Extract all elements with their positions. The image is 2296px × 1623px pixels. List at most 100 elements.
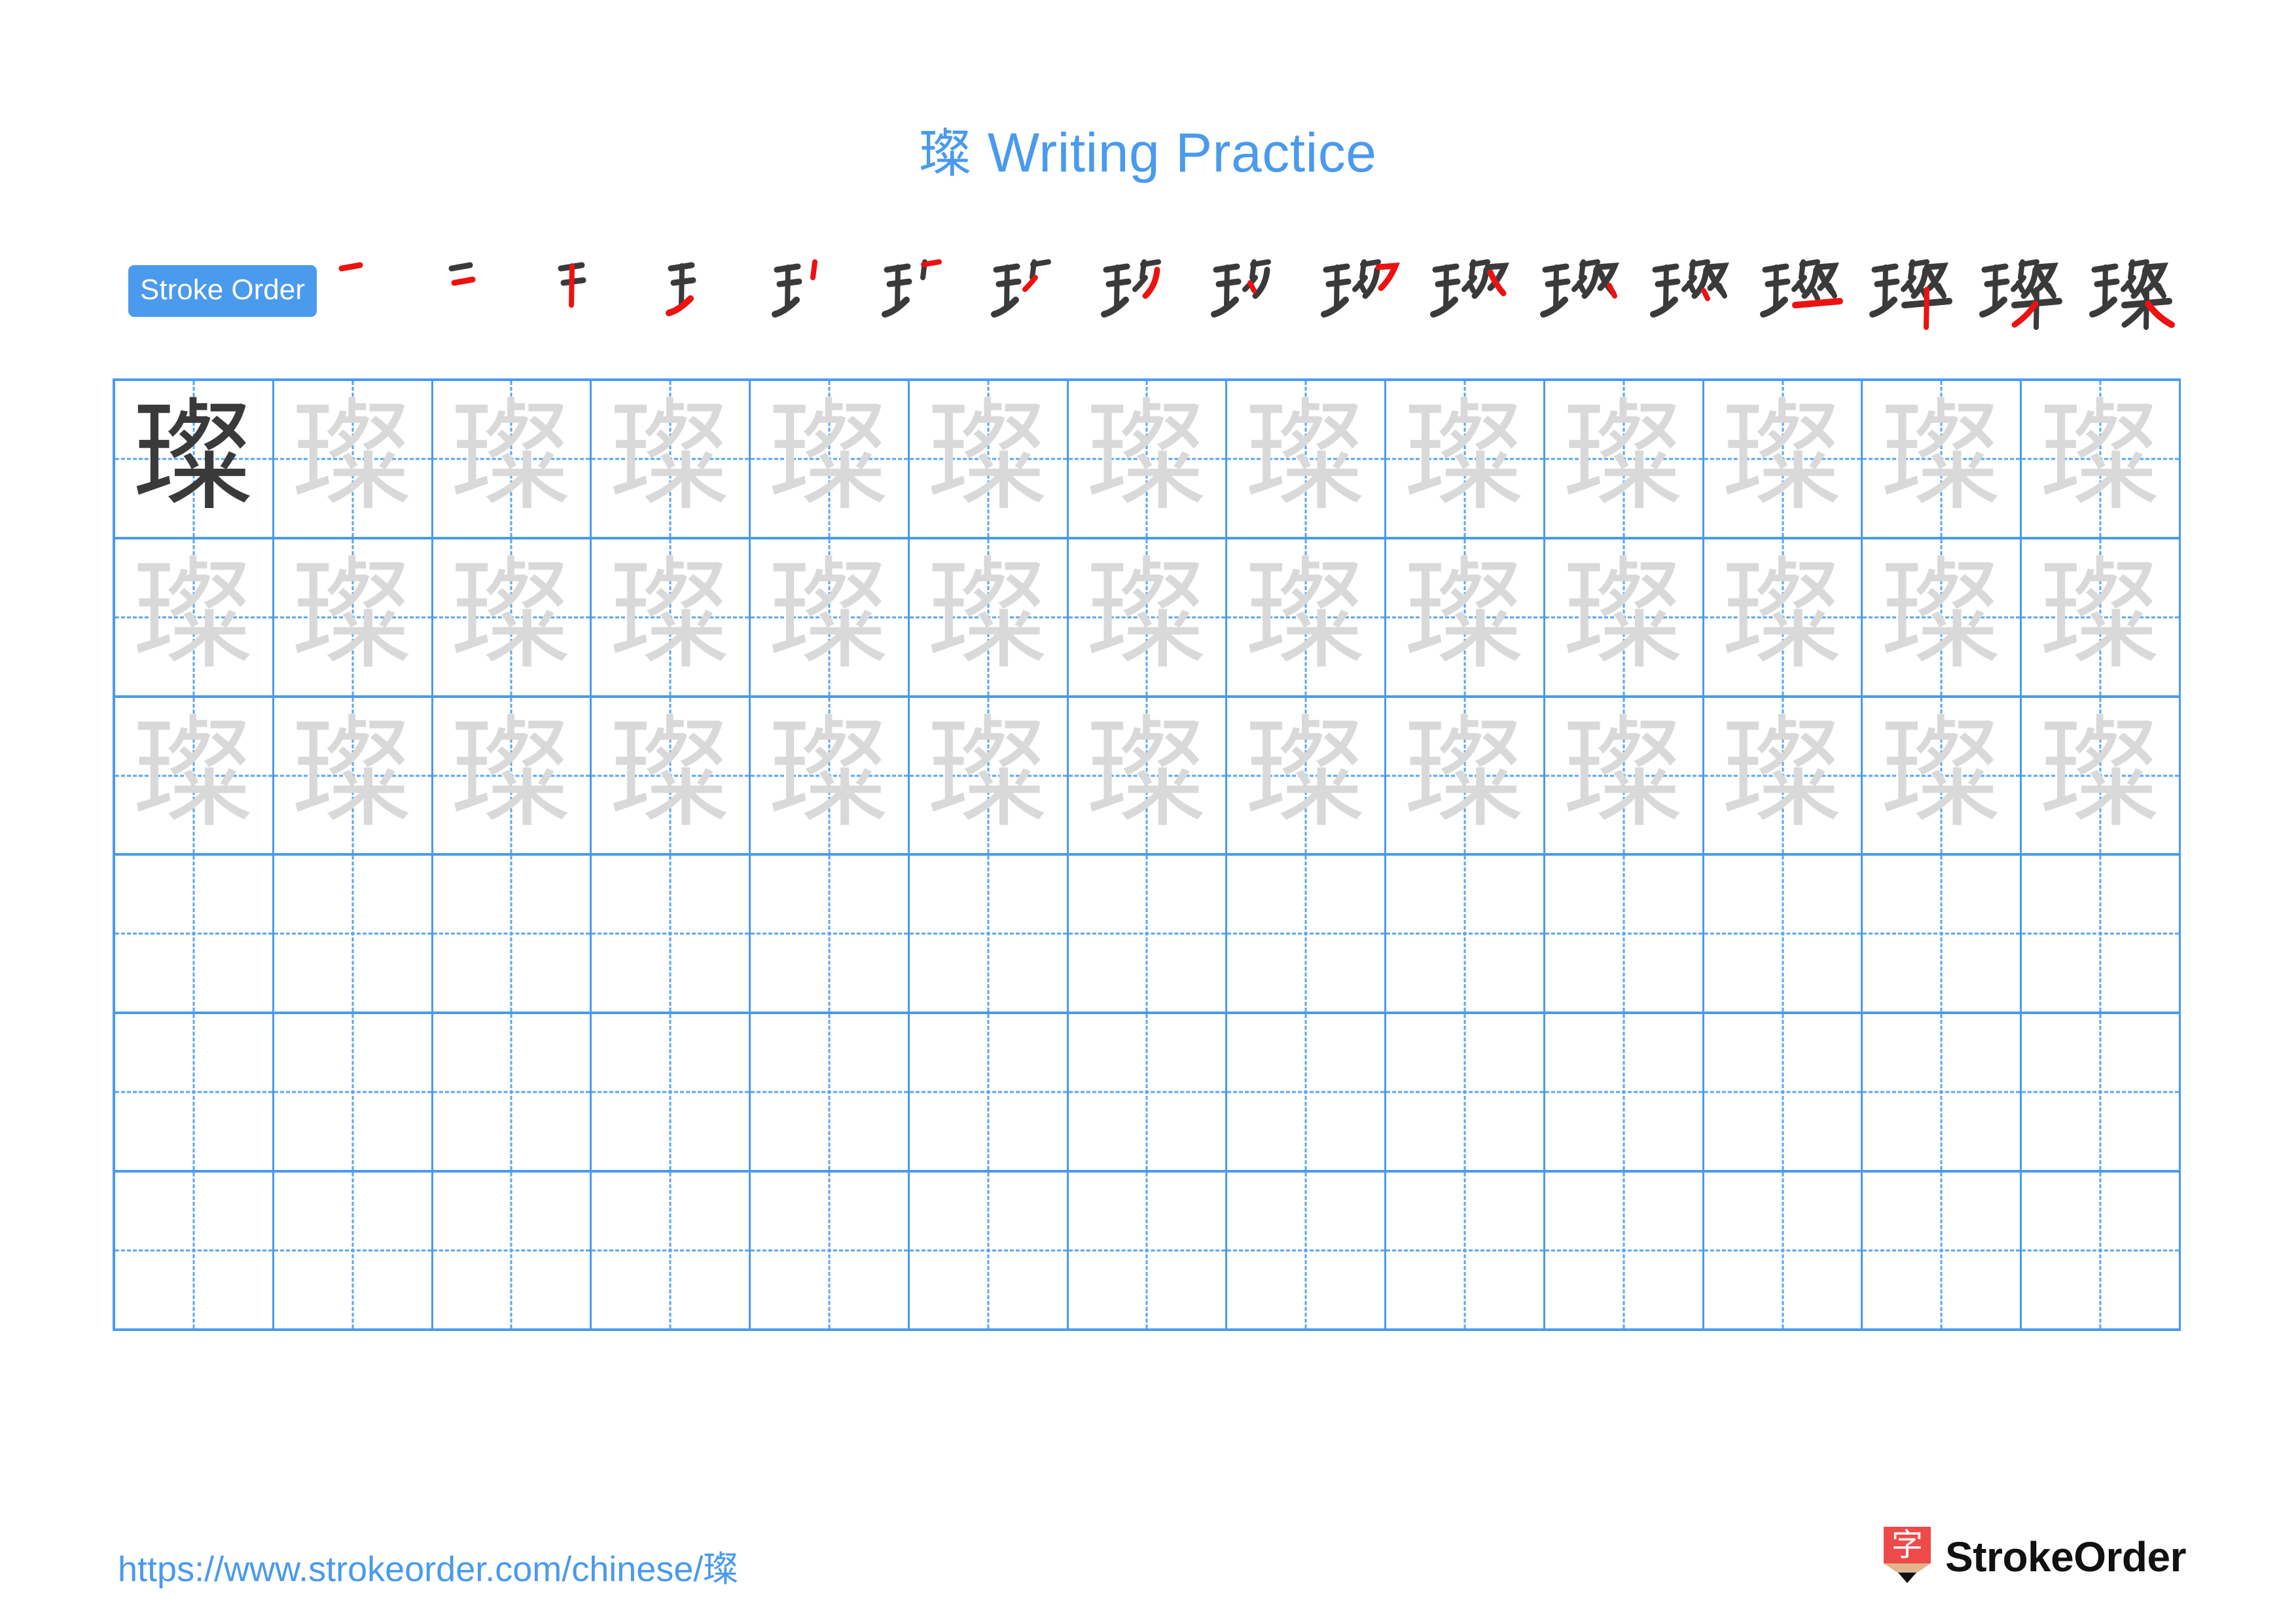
stroke-step-12	[1537, 250, 1634, 331]
practice-cell[interactable]	[592, 1173, 751, 1328]
practice-cell[interactable]	[1386, 856, 1545, 1012]
guide-horizontal	[1068, 932, 1226, 935]
trace-character: 璨	[2039, 544, 2161, 686]
practice-cell[interactable]	[751, 856, 910, 1012]
practice-cell[interactable]: 璨	[1863, 381, 2022, 537]
guide-horizontal	[592, 1091, 749, 1093]
practice-cell[interactable]: 璨	[1545, 381, 1704, 537]
practice-cell[interactable]	[2022, 856, 2181, 1012]
practice-cell[interactable]: 璨	[274, 539, 433, 695]
practice-cell[interactable]: 璨	[1704, 381, 1863, 537]
guide-horizontal	[1545, 1091, 1702, 1093]
practice-cell[interactable]: 璨	[592, 539, 751, 695]
practice-cell[interactable]: 璨	[751, 381, 910, 537]
practice-cell[interactable]: 璨	[274, 381, 433, 537]
practice-cell[interactable]	[1068, 1014, 1228, 1171]
practice-cell[interactable]	[1545, 1014, 1704, 1171]
practice-cell[interactable]	[1545, 1173, 1704, 1328]
practice-cell[interactable]	[1227, 856, 1387, 1012]
stroke-step-5	[769, 250, 866, 331]
practice-cell[interactable]	[115, 856, 274, 1012]
practice-cell[interactable]	[909, 856, 1069, 1012]
practice-cell[interactable]: 璨	[2022, 539, 2181, 695]
guide-horizontal	[274, 1249, 431, 1252]
practice-cell[interactable]	[909, 1173, 1069, 1328]
practice-cell[interactable]	[433, 856, 592, 1012]
practice-cell[interactable]: 璨	[1704, 539, 1863, 695]
practice-cell[interactable]	[274, 1173, 433, 1328]
practice-cell[interactable]	[1704, 856, 1863, 1012]
practice-cell[interactable]: 璨	[592, 381, 751, 537]
practice-cell[interactable]	[592, 856, 751, 1012]
practice-cell[interactable]: 璨	[274, 697, 433, 854]
practice-cell[interactable]	[1545, 856, 1704, 1012]
practice-cell[interactable]: 璨	[1863, 539, 2022, 695]
practice-cell[interactable]	[2022, 1173, 2181, 1328]
guide-horizontal	[1068, 1091, 1226, 1093]
guide-horizontal	[909, 932, 1067, 935]
practice-cell[interactable]	[1704, 1173, 1863, 1328]
practice-cell[interactable]: 璨	[433, 697, 592, 854]
practice-cell[interactable]: 璨	[2022, 697, 2181, 854]
practice-cell[interactable]	[1386, 1173, 1545, 1328]
practice-cell[interactable]: 璨	[115, 697, 274, 854]
practice-cell[interactable]: 璨	[751, 539, 910, 695]
practice-cell[interactable]	[1227, 1014, 1387, 1171]
practice-cell[interactable]	[751, 1173, 910, 1328]
trace-character: 璨	[1086, 702, 1208, 845]
practice-cell[interactable]: 璨	[1386, 539, 1545, 695]
practice-cell[interactable]: 璨	[1386, 381, 1545, 537]
practice-cell[interactable]	[1068, 856, 1228, 1012]
practice-cell[interactable]: 璨	[433, 381, 592, 537]
practice-cell[interactable]	[115, 1014, 274, 1171]
practice-cell[interactable]	[274, 1014, 433, 1171]
practice-row-2: 璨 璨 璨 璨 璨 璨 璨 璨 璨 璨 璨 璨 璨	[115, 539, 2181, 698]
practice-cell[interactable]	[115, 1173, 274, 1328]
practice-row-3: 璨 璨 璨 璨 璨 璨 璨 璨 璨 璨 璨 璨 璨	[115, 697, 2181, 856]
practice-cell[interactable]: 璨	[1227, 381, 1387, 537]
practice-cell[interactable]: 璨	[1863, 697, 2022, 854]
practice-cell[interactable]	[1863, 856, 2022, 1012]
practice-cell[interactable]: 璨	[115, 539, 274, 695]
practice-cell[interactable]	[1863, 1014, 2022, 1171]
practice-row-4	[115, 856, 2181, 1015]
practice-cell[interactable]: 璨	[1704, 697, 1863, 854]
practice-cell[interactable]: 璨	[1545, 539, 1704, 695]
practice-cell[interactable]	[274, 856, 433, 1012]
footer-url[interactable]: https://www.strokeorder.com/chinese/璨	[118, 1540, 738, 1592]
practice-cell[interactable]: 璨	[1386, 697, 1545, 854]
practice-cell[interactable]: 璨	[909, 381, 1069, 537]
practice-cell[interactable]	[751, 1014, 910, 1171]
practice-cell[interactable]: 璨	[433, 539, 592, 695]
practice-cell[interactable]: 璨	[909, 539, 1069, 695]
guide-horizontal	[2022, 932, 2179, 935]
brand-logo-group[interactable]: 字 StrokeOrder	[1884, 1525, 2186, 1588]
trace-character: 璨	[1722, 386, 1844, 528]
practice-cell[interactable]	[592, 1014, 751, 1171]
practice-cell[interactable]	[2022, 1014, 2181, 1171]
trace-character: 璨	[768, 386, 890, 528]
practice-cell[interactable]: 璨	[1227, 697, 1387, 854]
practice-cell[interactable]	[1227, 1173, 1387, 1328]
practice-cell[interactable]	[1068, 1173, 1228, 1328]
brand-name: StrokeOrder	[1945, 1533, 2186, 1580]
practice-cell[interactable]: 璨	[1068, 381, 1228, 537]
practice-cell[interactable]	[433, 1014, 592, 1171]
pencil-tip	[1898, 1573, 1917, 1583]
practice-cell[interactable]	[1863, 1173, 2022, 1328]
guide-horizontal	[909, 1091, 1067, 1093]
practice-cell[interactable]: 璨	[592, 697, 751, 854]
practice-cell[interactable]	[433, 1173, 592, 1328]
practice-cell[interactable]: 璨	[909, 697, 1069, 854]
practice-cell[interactable]: 璨	[751, 697, 910, 854]
practice-cell[interactable]	[1704, 1014, 1863, 1171]
practice-cell[interactable]: 璨	[115, 381, 274, 537]
practice-cell[interactable]: 璨	[1545, 697, 1704, 854]
practice-cell[interactable]: 璨	[1068, 697, 1228, 854]
practice-cell[interactable]: 璨	[1227, 539, 1387, 695]
practice-cell[interactable]: 璨	[1068, 539, 1228, 695]
practice-cell[interactable]	[909, 1014, 1069, 1171]
practice-cell[interactable]: 璨	[2022, 381, 2181, 537]
practice-cell[interactable]	[1386, 1014, 1545, 1171]
practice-row-5	[115, 1014, 2181, 1173]
